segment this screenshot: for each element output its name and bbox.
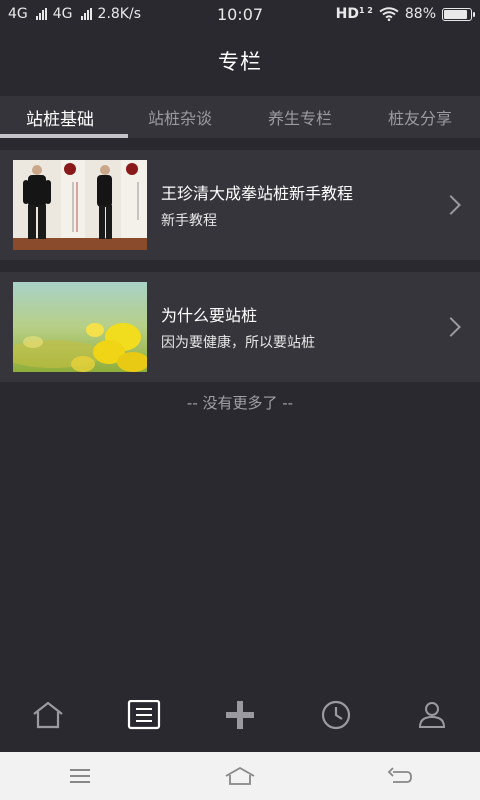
nav-profile[interactable] — [384, 685, 480, 745]
status-right: HD1 2 88% — [336, 6, 475, 22]
tab-sharing[interactable]: 桩友分享 — [360, 96, 480, 138]
system-back-button[interactable] — [370, 756, 430, 796]
battery-icon — [442, 7, 475, 21]
clock-icon — [321, 700, 351, 730]
yellow-flower-photo — [13, 282, 147, 372]
article-title: 为什么要站桩 — [161, 306, 258, 325]
back-icon — [387, 767, 412, 783]
nav-column[interactable] — [96, 685, 192, 745]
article-text: 王珍清大成拳站桩新手教程 新手教程 — [161, 180, 480, 230]
article-item[interactable]: 为什么要站桩 因为要健康，所以要站桩 — [0, 272, 480, 382]
tab-basics[interactable]: 站桩基础 — [0, 96, 128, 138]
signal-icon — [80, 8, 92, 20]
article-subtitle: 新手教程 — [161, 213, 217, 229]
article-text: 为什么要站桩 因为要健康，所以要站桩 — [161, 302, 480, 352]
signal-icon — [35, 8, 47, 20]
network-speed: 2.8K/s — [97, 6, 141, 22]
article-list-icon — [127, 700, 161, 730]
bottom-nav — [0, 685, 480, 745]
page-title: 专栏 — [218, 50, 262, 74]
nav-add[interactable] — [192, 685, 288, 745]
nav-home[interactable] — [0, 685, 96, 745]
article-subtitle: 因为要健康，所以要站桩 — [161, 335, 315, 351]
article-item[interactable]: 王珍清大成拳站桩新手教程 新手教程 — [0, 150, 480, 260]
network-status: 4G 4G 2.8K/s — [8, 6, 198, 22]
article-title: 王珍清大成拳站桩新手教程 — [161, 184, 354, 203]
battery-level — [444, 9, 467, 19]
system-nav-bar — [0, 752, 480, 800]
status-bar: 4G 4G 2.8K/s 10:07 HD1 2 88% — [0, 0, 480, 28]
network-label-1: 4G — [8, 6, 28, 22]
system-home-button[interactable] — [210, 756, 270, 796]
system-menu-button[interactable] — [50, 756, 110, 796]
page-header: 专栏 — [0, 28, 480, 94]
man-standing-photo — [13, 160, 147, 250]
hd-label: HD — [335, 6, 359, 22]
battery-percent: 88% — [404, 6, 436, 22]
hd-indicator: HD1 2 — [336, 6, 373, 22]
no-more-note: -- 没有更多了 -- — [186, 394, 294, 412]
home-icon — [33, 701, 63, 729]
tab-discussion[interactable]: 站桩杂谈 — [120, 96, 240, 138]
category-tabs: 站桩基础 站桩杂谈 养生专栏 桩友分享 — [0, 96, 480, 138]
hd-sub-label: 1 2 — [358, 6, 373, 15]
home-outline-icon — [225, 766, 255, 785]
network-label-2: 4G — [52, 6, 73, 22]
menu-icon — [70, 769, 90, 783]
user-icon — [418, 702, 446, 728]
tab-health[interactable]: 养生专栏 — [240, 96, 360, 138]
plus-icon — [226, 701, 254, 729]
article-list: 王珍清大成拳站桩新手教程 新手教程 为什么要站桩 因为要健康，所以要站桩 — [0, 150, 480, 394]
nav-history[interactable] — [288, 685, 384, 745]
wifi-icon — [379, 7, 399, 21]
